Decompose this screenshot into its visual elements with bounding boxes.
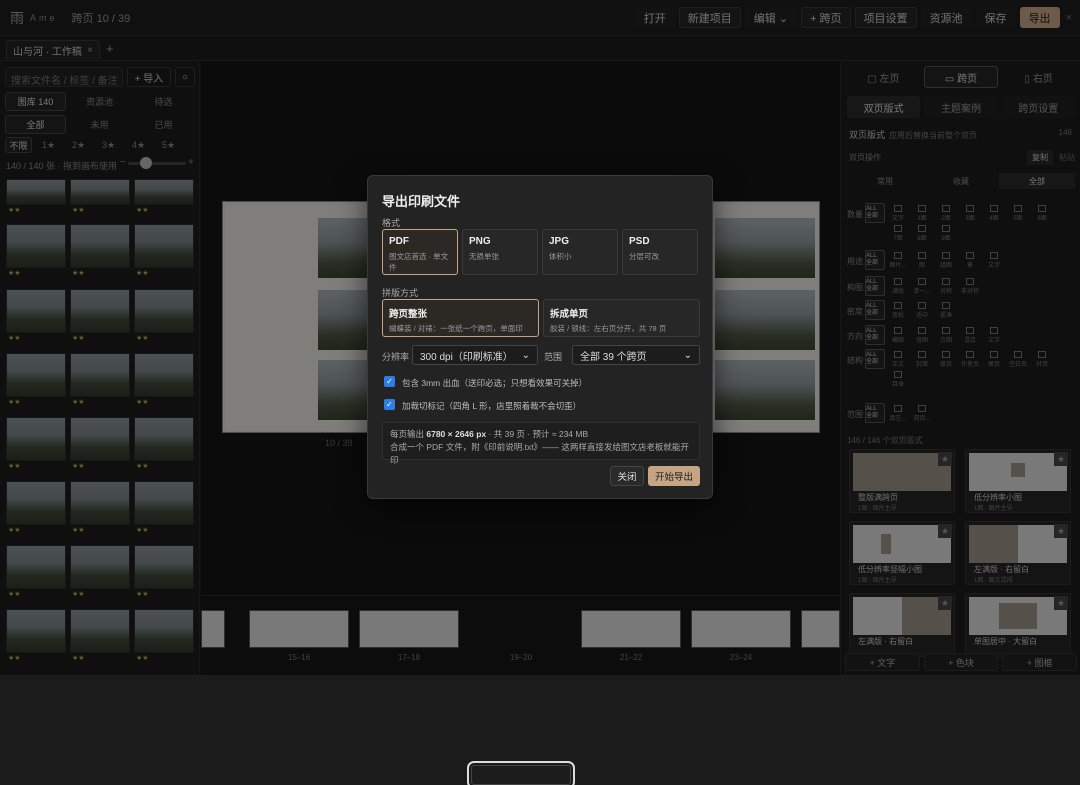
imposition-name: 跨页整张 [389, 309, 428, 320]
format-option-png[interactable]: PNG 无损单张 [462, 229, 538, 275]
format-name: PSD [629, 236, 650, 247]
dpi-label: 分辨率 [382, 352, 410, 362]
chevron-down-icon: ⌄ [683, 349, 692, 361]
imposition-name: 拆成单页 [550, 309, 589, 320]
summary-prefix: 每页输出 [390, 429, 427, 439]
imposition-spread[interactable]: 跨页整张 蝴蝶装 / 对裱：一张纸一个跨页，单面印 [382, 299, 539, 337]
imposition-desc: 胶装 / 锁线：左右页分开，共 78 页 [550, 324, 667, 333]
format-desc: 体积小 [549, 252, 572, 261]
export-summary: 每页输出 6780 × 2646 px · 共 39 页 · 预计 ≈ 234 … [382, 422, 700, 465]
format-name: PDF [389, 236, 409, 247]
summary-line-1: 每页输出 6780 × 2646 px · 共 39 页 · 预计 ≈ 234 … [390, 428, 692, 441]
start-export-button[interactable]: 开始导出 [648, 466, 700, 486]
imposition-single[interactable]: 拆成单页 胶装 / 锁线：左右页分开，共 78 页 [543, 299, 700, 337]
format-option-jpg[interactable]: JPG 体积小 [542, 229, 618, 275]
cropmarks-label: 加裁切标记（四角 L 形，店里照着裁不会切歪） [402, 401, 582, 411]
imposition-desc: 蝴蝶装 / 对裱：一张纸一个跨页，单面印 [389, 324, 523, 333]
range-value: 全部 39 个跨页 [580, 351, 647, 363]
summary-suffix: · 共 39 页 · 预计 ≈ 234 MB [486, 429, 589, 439]
chevron-down-icon: ⌄ [521, 349, 530, 361]
imposition-label: 拼版方式 [382, 288, 419, 298]
range-label: 范围 [544, 352, 563, 362]
format-option-psd[interactable]: PSD 分层可改 [622, 229, 698, 275]
dpi-value: 300 dpi（印刷标准） [420, 351, 513, 363]
summary-line-2: 合成一个 PDF 文件，附《印前说明.txt》—— 这两样直接发给图文店老板就能… [390, 442, 689, 465]
bleed-checkbox[interactable]: ✓ [384, 376, 395, 387]
dialog-title: 导出印刷文件 [382, 194, 461, 209]
summary-resolution: 6780 × 2646 px [426, 429, 487, 439]
close-button[interactable]: 关闭 [610, 466, 644, 486]
dpi-select[interactable]: 300 dpi（印刷标准） ⌄ [412, 345, 538, 365]
range-select[interactable]: 全部 39 个跨页 ⌄ [572, 345, 700, 365]
format-label: 格式 [382, 218, 401, 228]
format-desc: 无损单张 [469, 252, 499, 261]
format-name: PNG [469, 236, 491, 247]
format-desc: 分层可改 [629, 252, 659, 261]
export-dialog: 导出印刷文件 格式 PDF 图文店首选 · 单文件 PNG 无损单张 JPG 体… [367, 175, 713, 499]
format-name: JPG [549, 236, 570, 247]
filmstrip-thumb-selected[interactable] [467, 761, 575, 785]
format-desc: 图文店首选 · 单文件 [389, 252, 449, 272]
cropmarks-checkbox[interactable]: ✓ [384, 399, 395, 410]
bleed-label: 包含 3mm 出血（送印必选；只想看效果可关掉） [402, 378, 588, 388]
format-option-pdf[interactable]: PDF 图文店首选 · 单文件 [382, 229, 458, 275]
